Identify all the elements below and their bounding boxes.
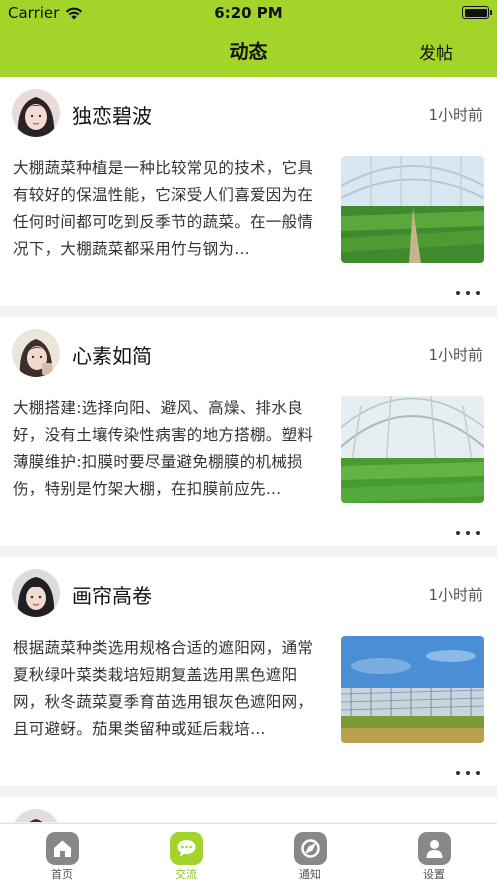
username[interactable]: 心素如简 — [72, 340, 152, 369]
post-card[interactable]: 独恋碧波 1小时前 大棚蔬菜种植是一种比较常见的技术，它具有较好的保温性能，它深… — [0, 77, 497, 306]
more-options-button[interactable] — [453, 768, 483, 778]
tab-label: 首页 — [51, 868, 73, 881]
post-image[interactable] — [341, 156, 484, 263]
tab-label: 通知 — [299, 868, 321, 881]
post-feed[interactable]: 独恋碧波 1小时前 大棚蔬菜种植是一种比较常见的技术，它具有较好的保温性能，它深… — [0, 77, 497, 822]
avatar[interactable] — [12, 89, 60, 137]
new-post-button[interactable]: 发帖 — [419, 39, 453, 64]
post-card[interactable]: 心素如简 1小时前 大棚搭建:选择向阳、避风、高燥、排水良好，没有土壤传染性病害… — [0, 317, 497, 546]
post-time: 1小时前 — [428, 586, 483, 604]
avatar[interactable] — [12, 809, 60, 822]
tab-label: 交流 — [175, 868, 197, 881]
post-time: 1小时前 — [428, 346, 483, 364]
tab-settings[interactable]: 设置 — [372, 824, 496, 883]
clock: 6:20 PM — [214, 4, 283, 22]
post-image[interactable] — [341, 396, 484, 503]
battery-icon — [462, 6, 492, 19]
avatar[interactable] — [12, 329, 60, 377]
more-options-button[interactable] — [453, 288, 483, 298]
post-card[interactable] — [0, 797, 497, 822]
app-header: Carrier 6:20 PM 动态 发帖 — [0, 0, 497, 77]
chat-icon — [170, 832, 203, 865]
tab-bar: 首页 交流 通知 设置 — [0, 823, 497, 883]
post-card[interactable]: 画帘高卷 1小时前 根据蔬菜种类选用规格合适的遮阳网，通常夏秋绿叶菜类栽培短期复… — [0, 557, 497, 786]
tab-community[interactable]: 交流 — [124, 824, 248, 883]
home-icon — [46, 832, 79, 865]
tab-notifications[interactable]: 通知 — [248, 824, 372, 883]
post-text[interactable]: 根据蔬菜种类选用规格合适的遮阳网，通常夏秋绿叶菜类栽培短期复盖选用黑色遮阳网，秋… — [13, 635, 325, 743]
more-options-button[interactable] — [453, 528, 483, 538]
username[interactable]: 独恋碧波 — [72, 100, 152, 129]
status-bar: Carrier 6:20 PM — [0, 0, 497, 26]
compass-icon — [294, 832, 327, 865]
username[interactable]: 画帘高卷 — [72, 580, 152, 609]
tab-label: 设置 — [423, 868, 445, 881]
post-text[interactable]: 大棚蔬菜种植是一种比较常见的技术，它具有较好的保温性能，它深受人们喜爱因为在任何… — [13, 155, 325, 263]
avatar[interactable] — [12, 569, 60, 617]
post-time: 1小时前 — [428, 106, 483, 124]
tab-home[interactable]: 首页 — [0, 824, 124, 883]
post-image[interactable] — [341, 636, 484, 743]
person-icon — [418, 832, 451, 865]
post-text[interactable]: 大棚搭建:选择向阳、避风、高燥、排水良好，没有土壤传染性病害的地方搭棚。塑料薄膜… — [13, 395, 325, 503]
